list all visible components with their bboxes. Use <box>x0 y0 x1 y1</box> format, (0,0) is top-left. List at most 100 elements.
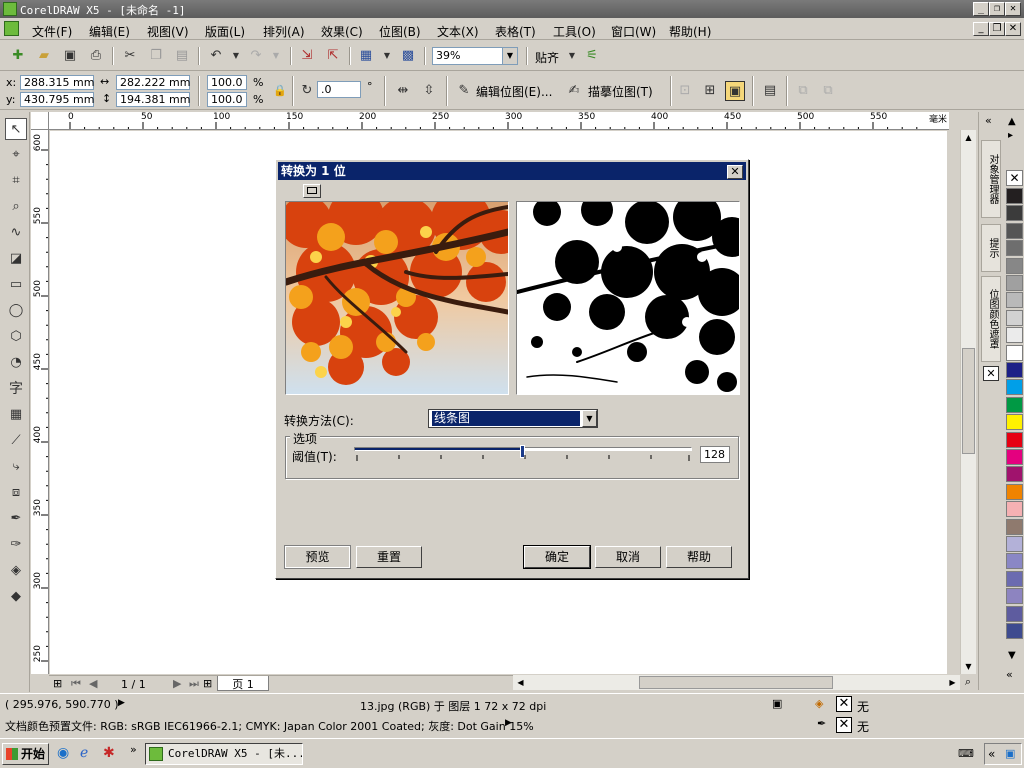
menu-arrange[interactable]: 排列(A) <box>263 23 305 40</box>
basic-shapes-tool-icon[interactable]: ◔ <box>5 352 27 374</box>
palette-scroll-down-icon[interactable]: ▼ <box>1008 650 1016 661</box>
palette-swatch[interactable] <box>1006 414 1023 431</box>
import-icon[interactable]: ⇲ <box>297 46 317 66</box>
dimension-tool-icon[interactable]: ⟋ <box>5 430 27 452</box>
last-page-icon[interactable]: ⏭ <box>189 677 199 691</box>
mirror-vertical-icon[interactable]: ⇳ <box>419 81 439 101</box>
connector-tool-icon[interactable]: ⤷ <box>5 456 27 478</box>
wrap-text-icon[interactable]: ▤ <box>760 81 780 101</box>
save-icon[interactable]: ▣ <box>60 46 80 66</box>
original-preview[interactable] <box>285 201 509 395</box>
prev-page-icon[interactable]: ◀ <box>89 677 97 690</box>
scale-x-field[interactable]: 100.0 <box>207 75 247 90</box>
dialog-close-button[interactable]: ✕ <box>727 165 743 179</box>
print-icon[interactable]: ⎙ <box>86 46 106 66</box>
horizontal-scroll-thumb[interactable] <box>639 676 833 689</box>
no-color-swatch[interactable]: ✕ <box>1006 170 1023 186</box>
ok-button[interactable]: 确定 <box>523 545 591 569</box>
outline-none-swatch[interactable]: ✕ <box>836 717 852 733</box>
threshold-slider[interactable] <box>354 444 692 462</box>
redo-icon[interactable]: ↷ <box>246 46 266 66</box>
options-icon[interactable]: ⚟ <box>582 46 602 66</box>
ruler-corner[interactable] <box>31 112 49 130</box>
table-tool-icon[interactable]: ▦ <box>5 404 27 426</box>
trace-bitmap-icon[interactable]: ✍ <box>564 81 584 101</box>
palette-swatch[interactable] <box>1006 570 1023 587</box>
palette-swatch[interactable] <box>1006 605 1023 622</box>
palette-swatch[interactable] <box>1006 188 1023 204</box>
menu-text[interactable]: 文本(X) <box>437 23 479 40</box>
palette-scroll-up-icon[interactable]: ▲ <box>1008 116 1016 127</box>
zoom-tool-icon[interactable]: ⌕ <box>5 196 27 218</box>
palette-swatch[interactable] <box>1006 449 1023 465</box>
menu-file[interactable]: 文件(F) <box>32 23 72 40</box>
mirror-horizontal-icon[interactable]: ⇹ <box>393 81 413 101</box>
pick-tool-icon[interactable]: ↖ <box>5 118 27 140</box>
ellipse-tool-icon[interactable]: ◯ <box>5 300 27 322</box>
minimize-button[interactable]: _ <box>973 2 989 16</box>
undo-icon[interactable]: ↶ <box>206 46 226 66</box>
color-profile-info[interactable]: 文档颜色预置文件: RGB: sRGB IEC61966-2.1; CMYK: … <box>5 718 534 734</box>
add-page-after-icon[interactable]: ⊞ <box>203 677 212 690</box>
freehand-tool-icon[interactable]: ∿ <box>5 222 27 244</box>
snap-to-menu[interactable]: 贴齐 <box>535 49 559 66</box>
palette-swatch[interactable] <box>1006 362 1023 378</box>
resample-icon[interactable]: ⊞ <box>700 81 720 101</box>
palette-swatch[interactable] <box>1006 623 1023 639</box>
first-page-icon[interactable]: ⏮ <box>71 677 81 691</box>
palette-swatch[interactable] <box>1006 344 1023 361</box>
rectangle-tool-icon[interactable]: ▭ <box>5 274 27 296</box>
palette-swatch[interactable] <box>1006 275 1023 291</box>
coords-arrow-icon[interactable]: ▶ <box>118 698 125 708</box>
crop-tool-icon[interactable]: ⌗ <box>5 170 27 192</box>
preview-mode-toggle[interactable] <box>303 184 321 198</box>
keyboard-tray-icon[interactable]: ⌨ <box>958 747 974 760</box>
vertical-ruler[interactable]: 600 550 500 450 400 350 300 250 <box>31 130 49 674</box>
horizontal-scrollbar[interactable]: ◀ ▶ <box>513 675 960 690</box>
palette-swatch[interactable] <box>1006 466 1023 483</box>
zoom-level-combo[interactable]: 39% ▼ <box>432 47 518 65</box>
palette-expand-icon[interactable]: « <box>1006 668 1013 681</box>
menu-edit[interactable]: 编辑(E) <box>89 23 130 40</box>
menu-tools[interactable]: 工具(O) <box>553 23 596 40</box>
paste-icon[interactable]: ▤ <box>172 46 192 66</box>
fill-tool-icon[interactable]: ◈ <box>5 560 27 582</box>
y-position-field[interactable]: 430.795 mm <box>20 92 94 107</box>
application-launcher-icon[interactable]: ▦ <box>356 46 376 66</box>
scroll-down-icon[interactable]: ▼ <box>961 659 976 674</box>
palette-swatch[interactable] <box>1006 240 1023 257</box>
start-button[interactable]: 开始 <box>2 743 49 765</box>
to-front-icon[interactable]: ⧉ <box>793 81 813 101</box>
vertical-scroll-thumb[interactable] <box>962 348 975 454</box>
width-field[interactable]: 282.222 mm <box>116 75 190 90</box>
add-page-before-icon[interactable]: ⊞ <box>53 677 62 690</box>
shape-tool-icon[interactable]: ⌖ <box>5 144 27 166</box>
edit-bitmap-icon[interactable]: ✎ <box>454 81 474 101</box>
menu-window[interactable]: 窗口(W) <box>611 23 656 40</box>
text-tool-icon[interactable]: 字 <box>5 378 27 400</box>
fill-none-swatch[interactable]: ✕ <box>836 696 852 712</box>
palette-swatch[interactable] <box>1006 536 1023 552</box>
menu-table[interactable]: 表格(T) <box>495 23 536 40</box>
palette-swatch[interactable] <box>1006 431 1023 448</box>
page-tab-1[interactable]: 页 1 <box>217 676 269 691</box>
palette-flyout-icon[interactable]: ▸ <box>1008 130 1013 141</box>
export-icon[interactable]: ⇱ <box>323 46 343 66</box>
height-field[interactable]: 194.381 mm <box>116 92 190 107</box>
scroll-up-icon[interactable]: ▲ <box>961 130 976 145</box>
restore-button[interactable]: ❐ <box>989 2 1005 16</box>
palette-swatch[interactable] <box>1006 553 1023 570</box>
palette-swatch[interactable] <box>1006 379 1023 396</box>
zoom-dropdown-icon[interactable]: ▼ <box>502 48 517 64</box>
threshold-value-field[interactable]: 128 <box>700 446 730 463</box>
menu-effects[interactable]: 效果(C) <box>321 23 363 40</box>
close-button[interactable]: ✕ <box>1005 2 1021 16</box>
menu-help[interactable]: 帮助(H) <box>669 23 711 40</box>
palette-swatch[interactable] <box>1006 222 1023 239</box>
snap-dropdown-icon[interactable]: ▼ <box>562 46 582 66</box>
outline-pen-tool-icon[interactable]: ✑ <box>5 534 27 556</box>
ie-quicklaunch-icon[interactable]: ℯ <box>80 745 88 761</box>
palette-swatch[interactable] <box>1006 205 1023 222</box>
conversion-method-select[interactable]: 线条图 ▼ <box>428 409 598 428</box>
scale-y-field[interactable]: 100.0 <box>207 92 247 107</box>
